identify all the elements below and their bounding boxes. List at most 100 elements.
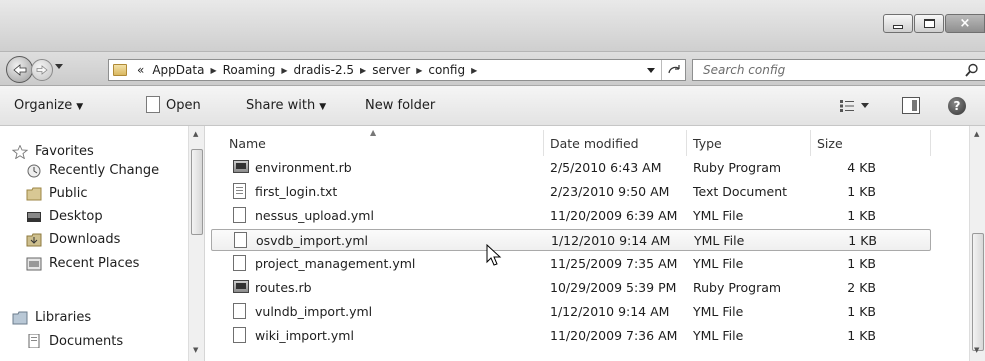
- scroll-down-arrow-icon[interactable]: ▼: [193, 346, 198, 354]
- nav-libraries-label: Libraries: [35, 310, 92, 325]
- file-date-modified: 2/5/2010 6:43 AM: [550, 160, 662, 175]
- nav-downloads[interactable]: Downloads: [26, 232, 120, 247]
- yml-file-icon: [233, 327, 246, 343]
- column-header-date[interactable]: Date modified: [550, 136, 639, 151]
- scrollbar-thumb[interactable]: [972, 233, 984, 351]
- nav-libraries[interactable]: Libraries: [12, 310, 91, 325]
- file-row[interactable]: nessus_upload.yml 11/20/2009 6:39 AM YML F…: [211, 205, 931, 227]
- ruby-file-icon: [233, 160, 249, 173]
- command-bar: Organize ▼ Open Share with ▼ New folder ?: [0, 86, 985, 126]
- new-folder-button[interactable]: New folder: [365, 98, 435, 113]
- open-button[interactable]: Open: [166, 98, 201, 113]
- nav-recently-changed-label: Recently Change: [49, 163, 160, 178]
- scrollbar-thumb[interactable]: [191, 149, 203, 235]
- yml-file-icon: [233, 207, 246, 223]
- search-box[interactable]: Search config: [692, 59, 985, 81]
- nav-favorites[interactable]: Favorites: [12, 144, 94, 159]
- column-divider[interactable]: [930, 130, 931, 156]
- column-divider[interactable]: [686, 130, 687, 156]
- breadcrumb-dradis[interactable]: dradis-2.5: [290, 63, 359, 77]
- nav-public[interactable]: Public: [26, 186, 87, 201]
- file-date-modified: 11/25/2009 7:35 AM: [550, 256, 678, 271]
- preview-pane-icon[interactable]: [902, 97, 920, 114]
- minimize-button[interactable]: [883, 14, 913, 33]
- yml-file-icon: [234, 232, 247, 248]
- breadcrumb-separator-icon[interactable]: ▶: [358, 66, 368, 75]
- scroll-down-arrow-icon[interactable]: ▼: [974, 346, 979, 354]
- ruby-file-icon: [233, 280, 249, 293]
- refresh-button[interactable]: [661, 60, 685, 80]
- search-icon[interactable]: [965, 63, 979, 77]
- scroll-up-arrow-icon[interactable]: ▲: [193, 130, 198, 138]
- file-type: Ruby Program: [693, 160, 782, 175]
- sort-indicator-icon: ▲: [370, 128, 377, 137]
- nav-desktop-label: Desktop: [49, 209, 103, 224]
- column-divider[interactable]: [543, 130, 544, 156]
- nav-recently-changed[interactable]: Recently Change: [26, 163, 159, 178]
- chevron-down-icon: ▼: [319, 102, 327, 112]
- file-row[interactable]: project_management.yml 11/25/2009 7:35 AM…: [211, 253, 931, 275]
- text-file-icon: [233, 183, 246, 199]
- chevron-down-icon: ▼: [76, 102, 84, 112]
- address-history-dropdown[interactable]: [647, 68, 655, 73]
- column-header-size[interactable]: Size: [817, 136, 843, 151]
- file-list: Name ▲ Date modified Type Size environme…: [205, 126, 969, 361]
- maximize-button[interactable]: [914, 14, 944, 33]
- column-date-label: Date modified: [550, 136, 639, 151]
- file-size: 1 KB: [847, 184, 876, 199]
- breadcrumb-separator-icon[interactable]: ▶: [208, 66, 218, 75]
- organize-label: Organize: [14, 98, 73, 113]
- title-bar: ×: [0, 0, 985, 52]
- column-divider[interactable]: [810, 130, 811, 156]
- column-header-name[interactable]: Name: [229, 136, 266, 151]
- file-row[interactable]: environment.rb 2/5/2010 6:43 AM Ruby Progr…: [211, 157, 931, 179]
- file-type: YML File: [693, 208, 744, 223]
- breadcrumb-appdata[interactable]: AppData: [148, 63, 208, 77]
- organize-button[interactable]: Organize ▼: [14, 98, 83, 113]
- nav-recent-places[interactable]: Recent Places: [26, 256, 139, 271]
- file-row[interactable]: osvdb_import.yml 1/12/2010 9:14 AM YML Fil…: [211, 229, 931, 251]
- breadcrumb-config[interactable]: config: [424, 63, 469, 77]
- breadcrumb-server[interactable]: server: [368, 63, 414, 77]
- file-size: 4 KB: [847, 160, 876, 175]
- column-header-type[interactable]: Type: [693, 136, 722, 151]
- file-list-scrollbar[interactable]: ▲ ▼: [969, 126, 985, 361]
- file-date-modified: 2/23/2010 9:50 AM: [550, 184, 670, 199]
- file-name: first_login.txt: [255, 184, 338, 199]
- file-row[interactable]: vulndb_import.yml 1/12/2010 9:14 AM YML Fi…: [211, 301, 931, 323]
- address-bar[interactable]: « AppData ▶ Roaming ▶ dradis-2.5 ▶ serve…: [108, 59, 686, 81]
- nav-desktop[interactable]: Desktop: [26, 209, 103, 224]
- star-icon: [12, 144, 28, 159]
- file-type: Text Document: [693, 184, 788, 199]
- forward-button[interactable]: [31, 59, 53, 81]
- file-row[interactable]: wiki_import.yml 11/20/2009 7:36 AM YML Fil…: [211, 325, 931, 347]
- breadcrumb-separator-icon[interactable]: ▶: [469, 66, 479, 75]
- navigation-scrollbar[interactable]: ▲ ▼: [188, 126, 204, 361]
- change-view-icon[interactable]: [839, 99, 855, 113]
- navigation-bar: « AppData ▶ Roaming ▶ dradis-2.5 ▶ serve…: [0, 52, 985, 86]
- downloads-folder-icon: [26, 233, 42, 246]
- scroll-up-arrow-icon[interactable]: ▲: [974, 130, 979, 138]
- breadcrumb-separator-icon[interactable]: ▶: [414, 66, 424, 75]
- column-type-label: Type: [693, 136, 722, 151]
- forward-arrow-icon: [36, 65, 48, 75]
- file-type: YML File: [693, 328, 744, 343]
- view-options-dropdown[interactable]: [861, 103, 869, 108]
- help-icon[interactable]: ?: [948, 97, 966, 115]
- nav-documents[interactable]: Documents: [26, 333, 123, 349]
- breadcrumb-separator-icon[interactable]: ▶: [279, 66, 289, 75]
- breadcrumb-overflow[interactable]: «: [133, 63, 148, 77]
- back-button[interactable]: [6, 56, 33, 83]
- recent-pages-dropdown[interactable]: [55, 64, 63, 69]
- yml-file-icon: [233, 303, 246, 319]
- file-date-modified: 1/12/2010 9:14 AM: [550, 304, 670, 319]
- file-type: YML File: [693, 256, 744, 271]
- breadcrumb-roaming[interactable]: Roaming: [219, 63, 280, 77]
- close-button[interactable]: ×: [945, 14, 985, 33]
- share-with-button[interactable]: Share with ▼: [246, 98, 326, 113]
- file-row[interactable]: routes.rb 10/29/2009 5:39 PM Ruby Program 2…: [211, 277, 931, 299]
- column-size-label: Size: [817, 136, 843, 151]
- file-row[interactable]: first_login.txt 2/23/2010 9:50 AM Text Doc…: [211, 181, 931, 203]
- refresh-icon: [667, 65, 680, 74]
- search-input[interactable]: Search config: [703, 63, 785, 77]
